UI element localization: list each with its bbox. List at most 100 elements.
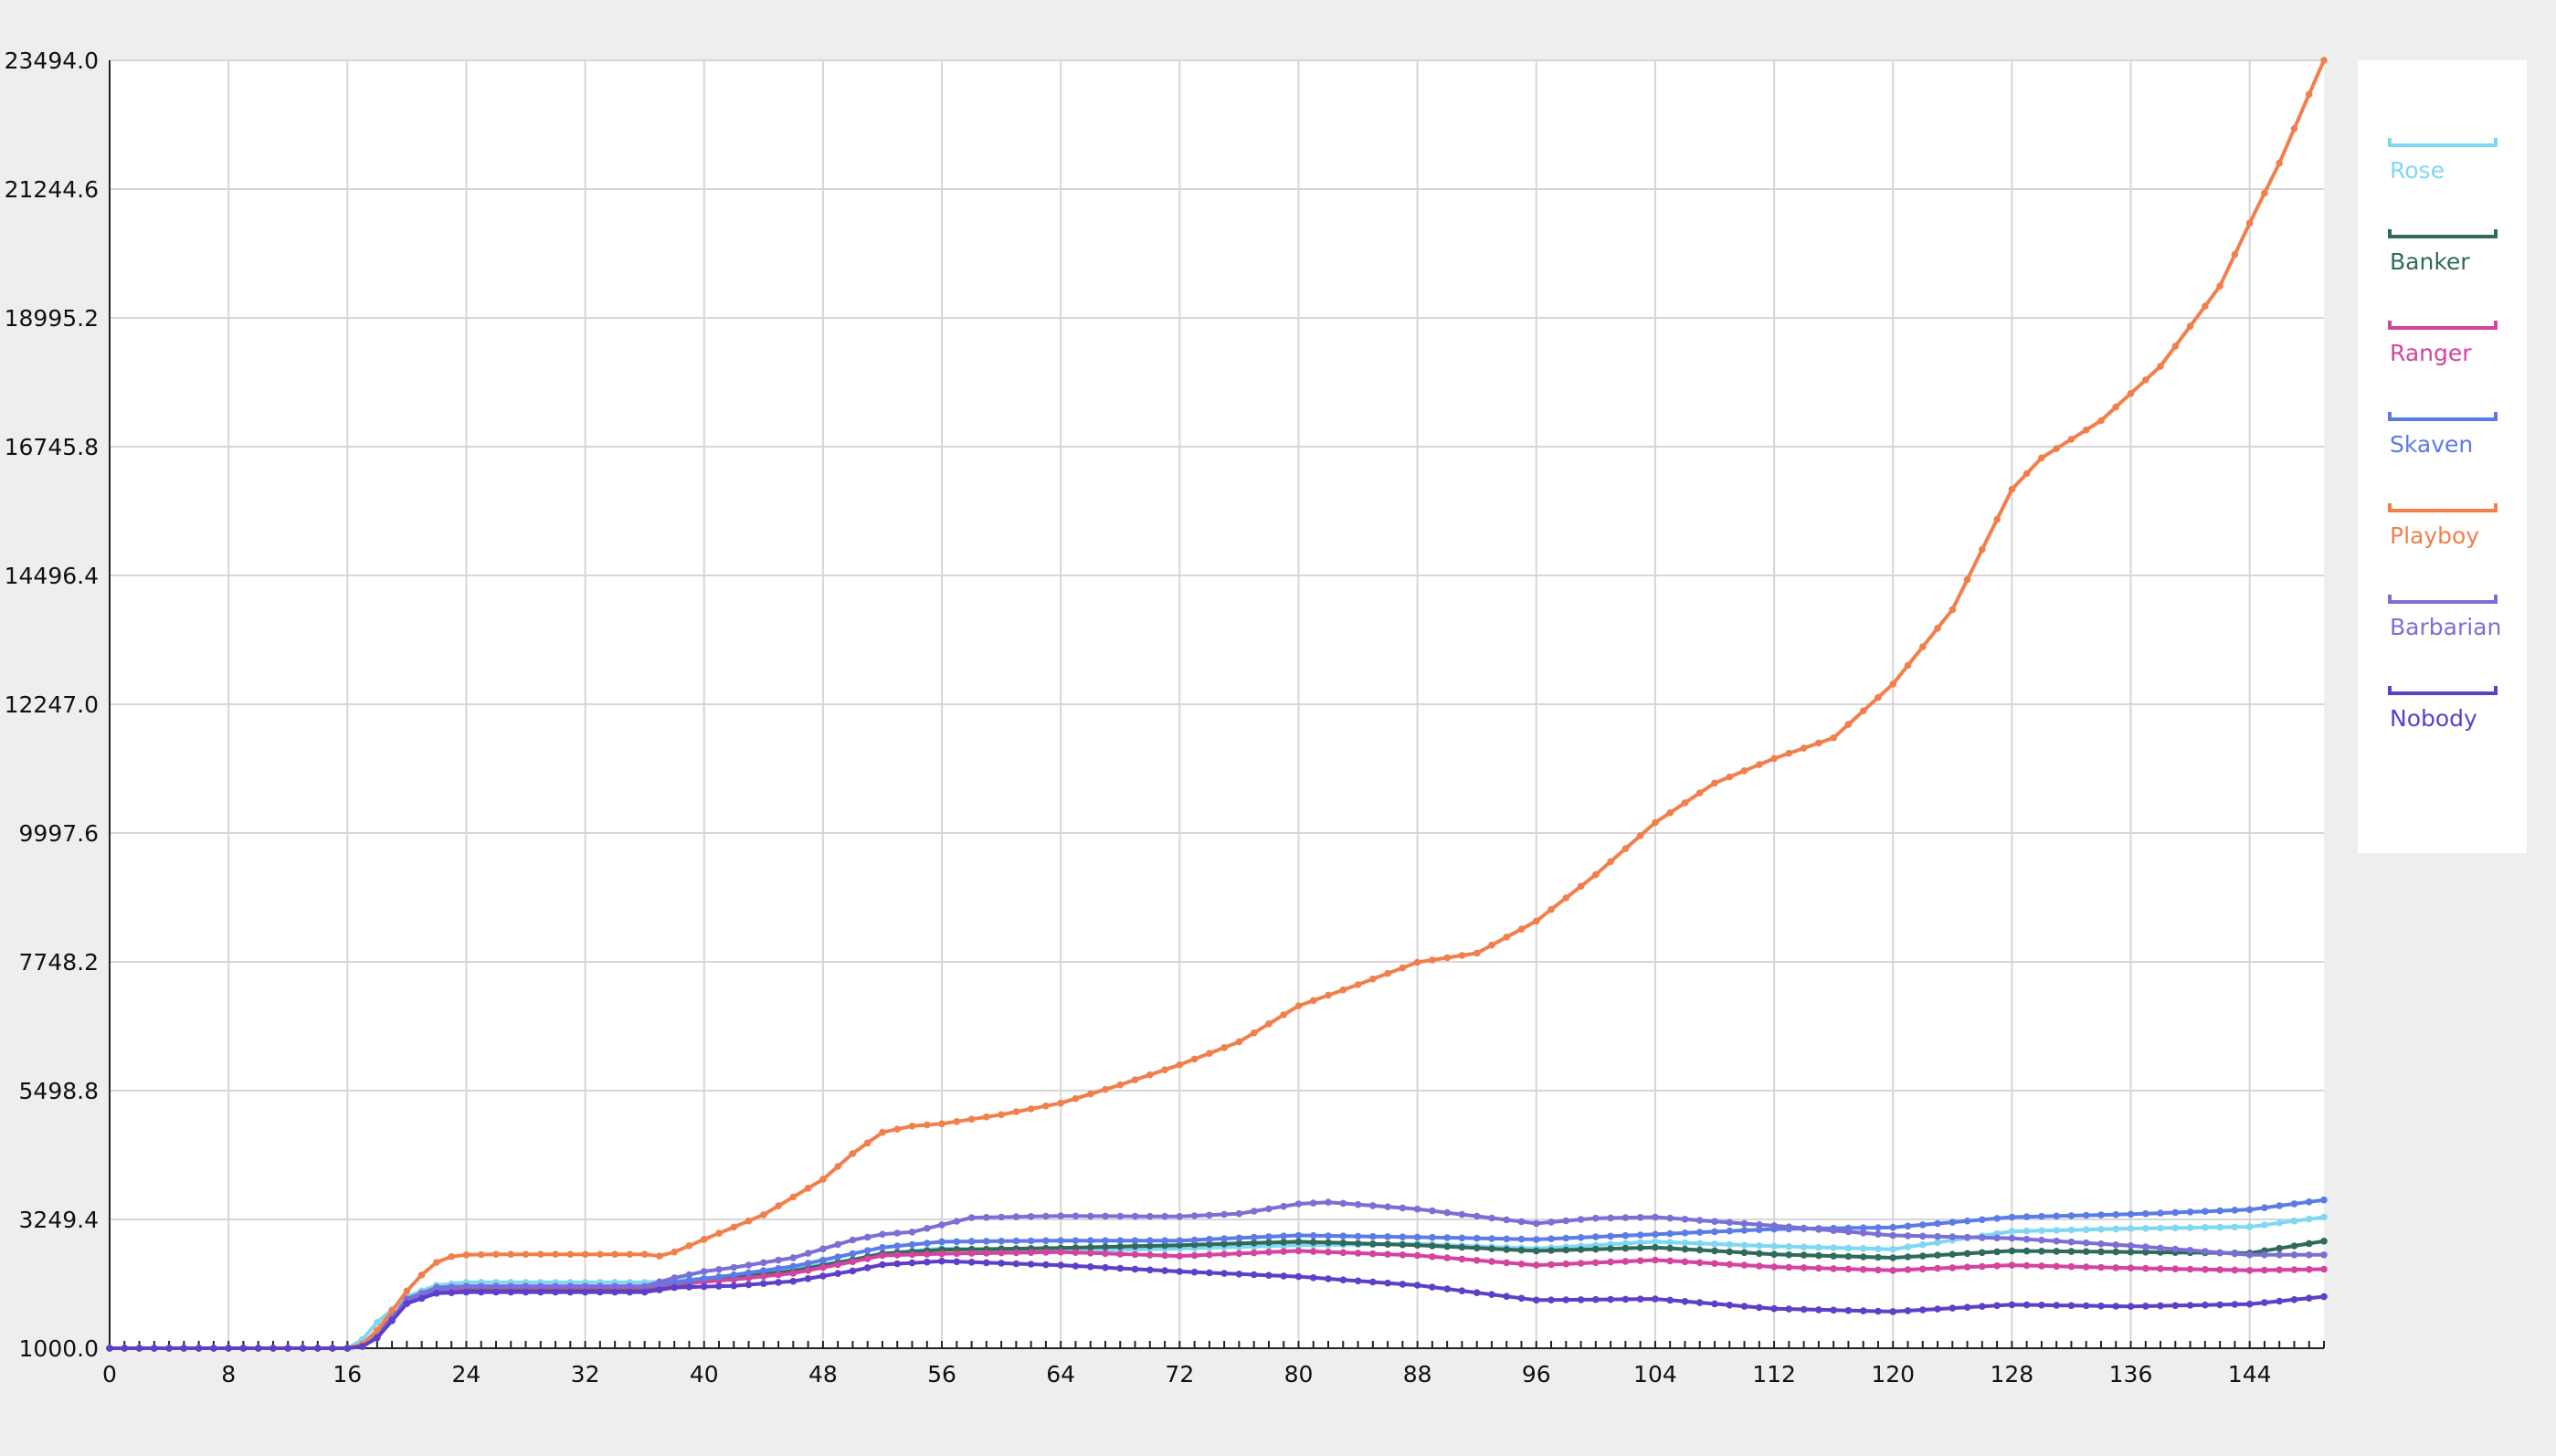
data-point	[953, 1258, 961, 1266]
x-tick-label: 0	[102, 1361, 117, 1387]
data-point	[1102, 1212, 1109, 1220]
x-tick-label: 56	[927, 1361, 956, 1387]
data-point	[2097, 1226, 2105, 1233]
data-point	[2290, 1266, 2298, 1273]
data-point	[998, 1213, 1005, 1221]
data-point	[1443, 1285, 1451, 1292]
data-point	[1949, 1250, 1957, 1258]
data-point	[1354, 1277, 1362, 1285]
data-point	[1666, 1296, 1674, 1304]
data-point	[1280, 1011, 1287, 1018]
data-point	[1294, 1238, 1303, 1246]
data-point	[2231, 1301, 2239, 1308]
data-point	[1695, 789, 1704, 797]
data-point	[597, 1288, 604, 1296]
data-point	[1652, 1295, 1659, 1303]
data-point	[1503, 1235, 1510, 1243]
data-point	[1577, 1246, 1585, 1253]
data-point	[151, 1345, 158, 1352]
data-point	[492, 1250, 500, 1258]
data-point	[1146, 1237, 1154, 1244]
data-point	[1399, 1233, 1407, 1240]
y-tick-label: 21244.6	[5, 176, 99, 203]
data-point	[879, 1251, 886, 1260]
data-point	[2245, 1300, 2254, 1308]
data-point	[2216, 1266, 2223, 1273]
data-point	[953, 1118, 961, 1125]
data-point	[745, 1261, 753, 1269]
data-point	[1057, 1248, 1064, 1256]
x-tick-label: 72	[1165, 1361, 1194, 1387]
data-point	[1265, 1233, 1273, 1240]
data-point	[2202, 1208, 2209, 1215]
data-point	[2157, 1224, 2164, 1232]
data-point	[1309, 1274, 1317, 1282]
data-point	[626, 1288, 634, 1296]
data-point	[1695, 1299, 1704, 1306]
data-point	[2127, 1242, 2135, 1250]
data-point	[1325, 1198, 1332, 1206]
data-point	[1057, 1099, 1064, 1107]
y-tick-label: 5498.8	[19, 1078, 99, 1104]
data-point	[1577, 882, 1585, 891]
data-point	[1072, 1094, 1080, 1103]
data-point	[1592, 870, 1600, 879]
data-point	[1517, 1218, 1526, 1226]
data-point	[507, 1288, 514, 1296]
data-point	[924, 1258, 931, 1266]
data-point	[1681, 1216, 1689, 1223]
data-point	[1325, 1239, 1332, 1247]
data-point	[2082, 426, 2090, 434]
data-point	[1354, 1250, 1362, 1257]
data-point	[863, 1247, 871, 1254]
data-point	[893, 1229, 901, 1237]
data-point	[2157, 1244, 2164, 1252]
data-point	[2216, 282, 2223, 290]
data-point	[1830, 1265, 1837, 1272]
data-point	[1012, 1237, 1020, 1245]
data-point	[789, 1262, 797, 1271]
data-point	[2082, 1239, 2090, 1247]
data-point	[1815, 1243, 1822, 1251]
data-point	[2157, 363, 2164, 370]
y-tick-label: 18995.2	[5, 305, 99, 332]
data-point	[938, 1238, 945, 1246]
data-point	[1904, 661, 1912, 670]
data-point	[1280, 1232, 1287, 1240]
data-point	[983, 1238, 990, 1245]
data-point	[2023, 1261, 2031, 1270]
data-point	[1458, 1210, 1466, 1219]
data-point	[165, 1345, 173, 1352]
data-point	[1800, 1224, 1808, 1232]
data-point	[1621, 1258, 1630, 1265]
x-tick-label: 144	[2228, 1361, 2272, 1387]
data-point	[1726, 1240, 1734, 1249]
data-point	[1949, 1304, 1957, 1312]
data-point	[2231, 1223, 2239, 1231]
data-point	[849, 1267, 857, 1275]
data-point	[671, 1274, 678, 1282]
data-point	[1042, 1237, 1050, 1245]
data-point	[715, 1273, 723, 1281]
data-point	[1740, 1241, 1748, 1249]
data-point	[106, 1345, 113, 1352]
data-point	[2097, 417, 2105, 425]
data-point	[1859, 1253, 1867, 1261]
data-point	[2186, 1208, 2194, 1216]
data-point	[2290, 1217, 2298, 1225]
y-tick-label: 9997.6	[19, 820, 99, 847]
data-point	[2320, 1213, 2328, 1221]
data-point	[1859, 1266, 1867, 1273]
data-point	[863, 1233, 871, 1241]
data-point	[745, 1281, 753, 1289]
data-point	[448, 1252, 456, 1261]
data-point	[1265, 1271, 1273, 1279]
data-point	[2067, 1238, 2075, 1246]
data-point	[1652, 1230, 1659, 1239]
legend-label: Banker	[2390, 248, 2470, 275]
data-point	[834, 1270, 841, 1277]
data-point	[1695, 1240, 1704, 1248]
data-point	[2202, 302, 2209, 311]
data-point	[403, 1287, 411, 1295]
data-point	[1800, 1243, 1808, 1250]
